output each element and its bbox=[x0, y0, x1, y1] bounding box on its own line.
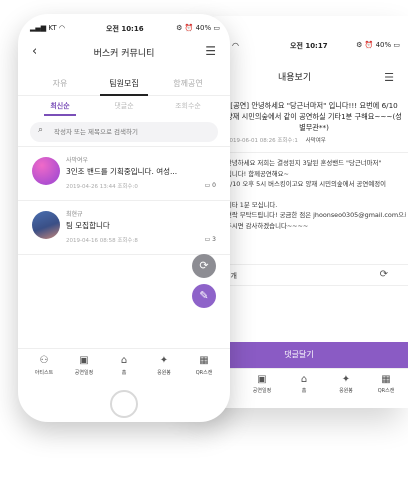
post-title: 3인조 밴드를 기획중입니다. 여성... bbox=[66, 167, 178, 176]
nav-label: 홈 bbox=[301, 388, 307, 394]
nav-label: 공연일정 bbox=[252, 388, 272, 394]
post-body-line: 기타 1분 모십니다. bbox=[226, 200, 278, 209]
category-tabs: 자유 팀원모집 함께공연 bbox=[18, 74, 230, 96]
app-showcase: ◠ 오전 10:17 ⚙ ⏰ 40% ▭ 내용보기 ☰ [공연] 안녕하세요 "… bbox=[0, 0, 408, 480]
page-title: 버스커 커뮤니티 bbox=[93, 49, 155, 59]
comment-count-bar: 0개 ⟳ bbox=[226, 264, 408, 286]
qr-icon: ▦ bbox=[199, 355, 209, 366]
nav-item-home[interactable]: ⌂ 홈 bbox=[284, 373, 324, 394]
post-body-line: 6/10 오후 5시 버스킹이고요 양재 시민의숲에서 공연예정이 bbox=[226, 180, 386, 188]
refresh-icon[interactable]: ⟳ bbox=[380, 269, 388, 280]
post-views: 조회수:8 bbox=[117, 238, 138, 244]
calendar-icon: ▣ bbox=[79, 355, 89, 366]
status-right: ⚙ ⏰ 40% ▭ bbox=[176, 24, 220, 32]
refresh-button[interactable]: ⟳ bbox=[192, 254, 216, 278]
pencil-icon: ✎ bbox=[199, 289, 209, 302]
nav-label: 응원봉 bbox=[157, 370, 171, 376]
post-body-line: 입니다! 함께공연해요~ bbox=[226, 169, 289, 178]
post-list: 사막여우 3인조 밴드를 기획중입니다. 여성... 2019-04-26 13… bbox=[18, 146, 230, 255]
active-sort-indicator bbox=[44, 114, 76, 116]
post-views: 조회수:1 bbox=[277, 138, 298, 144]
search-icon: ⌕ bbox=[38, 125, 44, 135]
nav-item-qr[interactable]: ▦ QR스캔 bbox=[366, 373, 406, 394]
post-title: [공연] 안녕하세요 "당근너마저" 입니다!!! 요번에 6/10 양재 시민… bbox=[226, 101, 402, 132]
tab-together[interactable]: 함께공연 bbox=[158, 78, 218, 89]
home-icon: ⌂ bbox=[300, 374, 308, 385]
nav-item-artist[interactable]: ⚇ 아티스트 bbox=[24, 354, 64, 376]
write-post-button[interactable]: ✎ bbox=[192, 284, 216, 308]
menu-icon[interactable]: ☰ bbox=[384, 71, 394, 84]
nav-label: QR스캔 bbox=[195, 370, 213, 376]
sort-latest[interactable]: 최신순 bbox=[30, 101, 90, 111]
comment-count-value: 3 bbox=[212, 236, 216, 243]
post-date: 2019-06-01 08:26 bbox=[226, 138, 276, 144]
post-meta: 2019-06-01 08:26 조회수:1 사막여우 bbox=[226, 136, 326, 144]
battery-level: 40% bbox=[375, 41, 392, 49]
artist-icon: ⚇ bbox=[39, 355, 49, 366]
nav-label: 홈 bbox=[121, 370, 127, 376]
search-input[interactable] bbox=[54, 122, 210, 142]
post-meta: 2019-04-26 13:44 조회수:0 bbox=[66, 182, 138, 190]
active-tab-indicator bbox=[100, 94, 148, 96]
menu-icon[interactable]: ☰ bbox=[205, 44, 216, 58]
status-time: 오전 10:17 bbox=[290, 42, 328, 50]
tab-free[interactable]: 자유 bbox=[30, 78, 90, 89]
nav-item-schedule[interactable]: ▣ 공연일정 bbox=[64, 354, 104, 376]
nav-item-schedule[interactable]: ▣ 공연일정 bbox=[242, 373, 282, 394]
post-body: 안녕하세요 저희는 결성된지 3달된 혼성밴드 "당근너마저" 입니다! 함께공… bbox=[226, 158, 406, 231]
avatar bbox=[32, 211, 60, 239]
device-home-button[interactable] bbox=[110, 390, 138, 418]
status-bar: ▂▄▆ KT ◠ 오전 10:16 ⚙ ⏰ 40% ▭ bbox=[18, 24, 230, 36]
post-views: 조회수:0 bbox=[117, 184, 138, 190]
lightbulb-icon: ✦ bbox=[159, 355, 169, 366]
comment-count: ▭ 0 bbox=[205, 182, 216, 189]
status-right: ⚙ ⏰ 40% ▭ bbox=[356, 41, 400, 49]
carrier-name: KT bbox=[48, 24, 57, 32]
avatar bbox=[32, 157, 60, 185]
refresh-icon: ⟳ bbox=[199, 259, 209, 272]
nav-label: QR스캔 bbox=[377, 388, 395, 394]
battery-level: 40% bbox=[195, 24, 212, 32]
post-title: 팀 모집합니다 bbox=[66, 221, 110, 230]
sort-views[interactable]: 조회수순 bbox=[158, 101, 218, 111]
tab-recruit[interactable]: 팀원모집 bbox=[94, 78, 154, 89]
post-author: 사막여우 bbox=[66, 157, 89, 164]
nav-item-qr[interactable]: ▦ QR스캔 bbox=[184, 354, 224, 376]
status-time: 오전 10:16 bbox=[106, 25, 144, 33]
list-item[interactable]: 사막여우 3인조 밴드를 기획중입니다. 여성... 2019-04-26 13… bbox=[18, 146, 230, 200]
community-list-screen: ▂▄▆ KT ◠ 오전 10:16 ⚙ ⏰ 40% ▭ ‹ 버스커 커뮤니티 ☰… bbox=[18, 14, 230, 422]
calendar-icon: ▣ bbox=[257, 374, 267, 385]
nav-label: 아티스트 bbox=[34, 370, 54, 376]
nav-label: 공연일정 bbox=[74, 370, 94, 376]
post-meta: 2019-04-16 08:58 조회수:8 bbox=[66, 236, 138, 244]
nav-item-lightstick[interactable]: ✦ 응원봉 bbox=[144, 354, 184, 376]
comment-count-value: 0 bbox=[212, 182, 216, 189]
post-body-line: 연락 부탁드립니다! 궁금한 점은 jhoonseo0305@gmail.com… bbox=[226, 211, 406, 219]
community-header: ‹ 버스커 커뮤니티 ☰ bbox=[18, 42, 230, 64]
nav-item-lightstick[interactable]: ✦ 응원봉 bbox=[326, 373, 366, 394]
qr-icon: ▦ bbox=[381, 374, 391, 385]
comment-icon: ▭ bbox=[204, 236, 211, 243]
sort-options: 최신순 댓글순 조회수순 bbox=[18, 98, 230, 116]
page-title: 내용보기 bbox=[278, 73, 312, 83]
post-author: 사막여우 bbox=[305, 138, 326, 144]
post-date: 2019-04-26 13:44 bbox=[66, 184, 116, 190]
sort-comments[interactable]: 댓글순 bbox=[94, 101, 154, 111]
lightbulb-icon: ✦ bbox=[341, 374, 351, 385]
list-item[interactable]: 최현규 팀 모집합니다 2019-04-16 08:58 조회수:8 ▭ 3 bbox=[18, 200, 230, 254]
post-date: 2019-04-16 08:58 bbox=[66, 238, 116, 244]
post-author: 최현규 bbox=[66, 211, 83, 218]
status-carrier: ▂▄▆ KT ◠ bbox=[30, 24, 66, 32]
comment-count: ▭ 3 bbox=[205, 236, 216, 243]
comment-icon: ▭ bbox=[204, 182, 211, 189]
post-body-line: 안녕하세요 저희는 결성된지 3달된 혼성밴드 "당근너마저" bbox=[226, 159, 382, 167]
nav-item-home[interactable]: ⌂ 홈 bbox=[104, 354, 144, 376]
home-icon: ⌂ bbox=[120, 355, 128, 366]
divider bbox=[226, 152, 408, 153]
search-bar: ⌕ bbox=[30, 122, 218, 142]
post-body-line: 주시면 감사하겠습니다~~~~ bbox=[226, 221, 309, 230]
nav-label: 응원봉 bbox=[339, 388, 353, 394]
wifi-icon: ◠ bbox=[232, 41, 239, 50]
bottom-nav: ⚇아티스트 ▣공연일정 ⌂홈 ✦응원봉 ▦QR스캔 bbox=[18, 348, 230, 386]
